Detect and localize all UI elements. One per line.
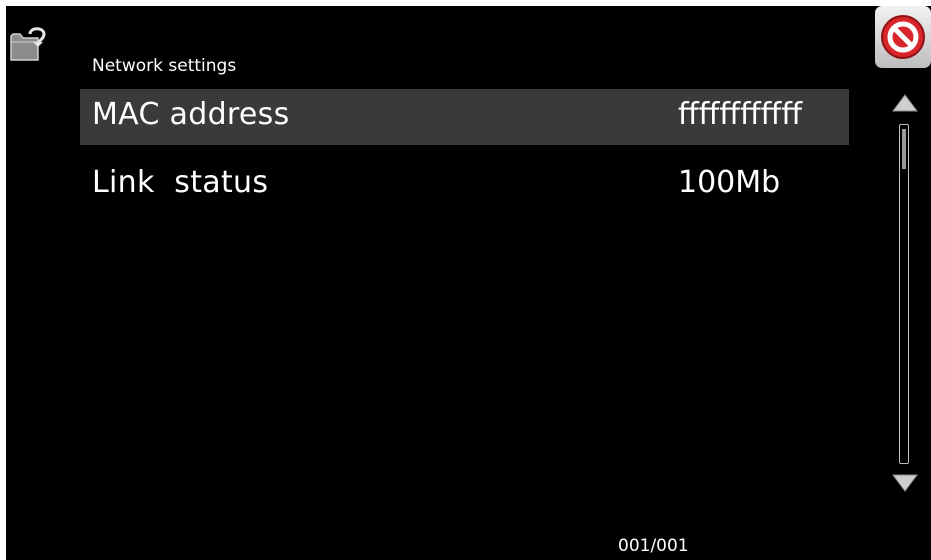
settings-row-mac-address[interactable]: MAC address ffffffffffff xyxy=(80,89,849,145)
mac-address-value: ffffffffffff xyxy=(678,97,803,132)
scroll-up-button[interactable] xyxy=(891,92,919,114)
page-counter: 001/001 xyxy=(618,536,689,556)
scrollbar-track[interactable] xyxy=(899,124,909,464)
scroll-down-button[interactable] xyxy=(891,472,919,494)
link-status-label: Link status xyxy=(92,165,269,200)
link-status-value: 100Mb xyxy=(678,165,781,200)
close-button[interactable] xyxy=(875,6,931,68)
triangle-up-icon xyxy=(891,94,919,118)
triangle-down-icon xyxy=(891,474,919,498)
back-folder-icon xyxy=(8,27,48,70)
mac-address-label: MAC address xyxy=(92,97,290,132)
network-settings-screen: Network settings MAC address fffffffffff… xyxy=(6,6,931,560)
scrollbar-thumb[interactable] xyxy=(902,129,906,169)
page-title: Network settings xyxy=(92,56,237,76)
settings-row-link-status[interactable]: Link status 100Mb xyxy=(80,157,849,213)
back-button[interactable] xyxy=(8,24,48,66)
